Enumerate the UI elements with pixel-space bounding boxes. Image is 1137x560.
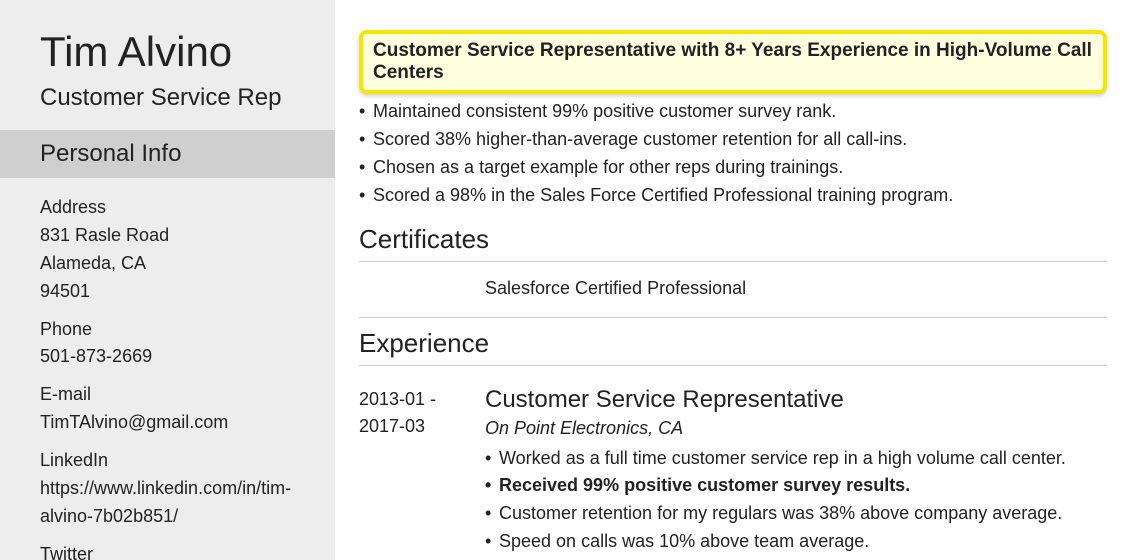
date-start: 2013-01 - bbox=[359, 386, 485, 414]
experience-bullet: Worked as a full time customer service r… bbox=[485, 445, 1107, 473]
certificates-heading: Certificates bbox=[359, 224, 1107, 262]
experience-entry: 2013-01 - 2017-03 Customer Service Repre… bbox=[359, 368, 1107, 560]
certificate-date bbox=[359, 278, 485, 299]
experience-bullet: Speed on calls was 10% above team averag… bbox=[485, 528, 1107, 556]
email-label: E-mail bbox=[40, 381, 311, 409]
summary-bullet: Chosen as a target example for other rep… bbox=[359, 154, 1107, 182]
experience-dates: 2013-01 - 2017-03 bbox=[359, 386, 485, 560]
experience-bullets: Worked as a full time customer service r… bbox=[485, 445, 1107, 557]
linkedin-value: https://www.linkedin.com/in/tim-alvino-7… bbox=[40, 475, 311, 531]
applicant-role: Customer Service Rep bbox=[40, 84, 335, 112]
certificate-name: Salesforce Certified Professional bbox=[485, 278, 746, 299]
experience-company: On Point Electronics, CA bbox=[485, 418, 1107, 439]
personal-info-block: Address 831 Rasle Road Alameda, CA 94501… bbox=[0, 178, 335, 560]
summary-bullets: Maintained consistent 99% positive custo… bbox=[359, 98, 1107, 210]
main-content: Customer Service Representative with 8+ … bbox=[335, 0, 1137, 560]
address-zip: 94501 bbox=[40, 278, 311, 306]
phone-value: 501-873-2669 bbox=[40, 343, 311, 371]
summary-bullet: Maintained consistent 99% positive custo… bbox=[359, 98, 1107, 126]
phone-label: Phone bbox=[40, 316, 311, 344]
sidebar: Tim Alvino Customer Service Rep Personal… bbox=[0, 0, 335, 560]
certificate-row: Salesforce Certified Professional bbox=[359, 264, 1107, 318]
email-value: TimTAlvino@gmail.com bbox=[40, 409, 311, 437]
experience-title: Customer Service Representative bbox=[485, 386, 1107, 414]
summary-bullet: Scored 38% higher-than-average customer … bbox=[359, 126, 1107, 154]
address-label: Address bbox=[40, 194, 311, 222]
headline-highlight: Customer Service Representative with 8+ … bbox=[359, 30, 1107, 94]
date-end: 2017-03 bbox=[359, 413, 485, 441]
experience-body: Customer Service Representative On Point… bbox=[485, 386, 1107, 560]
experience-bullet: Received 99% positive customer survey re… bbox=[485, 472, 1107, 500]
experience-heading: Experience bbox=[359, 328, 1107, 366]
experience-bullet: Customer retention for my regulars was 3… bbox=[485, 500, 1107, 528]
applicant-name: Tim Alvino bbox=[40, 28, 335, 76]
summary-bullet: Scored a 98% in the Sales Force Certifie… bbox=[359, 182, 1107, 210]
resume-page: Tim Alvino Customer Service Rep Personal… bbox=[0, 0, 1137, 560]
personal-info-heading: Personal Info bbox=[0, 130, 335, 178]
address-line2: Alameda, CA bbox=[40, 250, 311, 278]
address-line1: 831 Rasle Road bbox=[40, 222, 311, 250]
twitter-label: Twitter bbox=[40, 541, 311, 560]
linkedin-label: LinkedIn bbox=[40, 447, 311, 475]
